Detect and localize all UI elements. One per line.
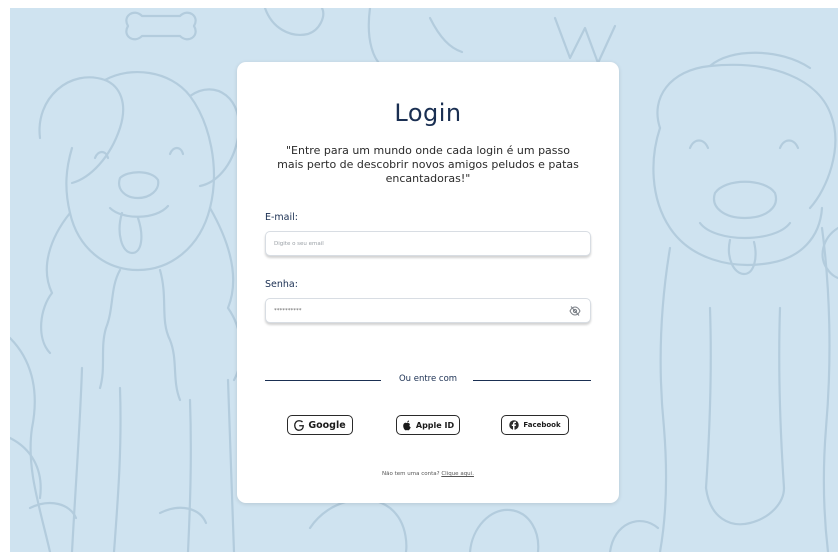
login-card: Login "Entre para um mundo onde cada log… (237, 62, 619, 503)
signup-link[interactable]: Clique aqui. (441, 471, 474, 477)
divider-text: Ou entre com (398, 374, 458, 384)
password-label: Senha: (265, 279, 298, 290)
screen: Login "Entre para um mundo onde cada log… (0, 0, 838, 552)
login-title: Login (394, 99, 462, 127)
divider-line-right (473, 380, 591, 381)
password-input[interactable] (274, 299, 564, 322)
email-label: E-mail: (265, 212, 298, 223)
google-g-icon (294, 419, 305, 431)
signup-text: Não tem uma conta? (382, 471, 440, 477)
email-field-container (265, 231, 591, 256)
email-input[interactable] (274, 232, 564, 255)
google-button-label: Google (308, 419, 346, 431)
signup-prompt: Não tem uma conta? Clique aqui. (237, 471, 619, 477)
google-login-button[interactable]: Google (287, 415, 353, 435)
apple-icon (403, 420, 411, 430)
facebook-button-label: Facebook (523, 421, 561, 429)
apple-login-button[interactable]: Apple ID (396, 415, 460, 435)
eye-off-icon[interactable] (569, 305, 581, 317)
password-field-container (265, 298, 591, 323)
login-tagline: "Entre para um mundo onde cada login é u… (277, 144, 579, 185)
apple-button-label: Apple ID (415, 420, 455, 430)
facebook-icon (509, 420, 520, 430)
facebook-login-button[interactable]: Facebook (501, 415, 569, 435)
